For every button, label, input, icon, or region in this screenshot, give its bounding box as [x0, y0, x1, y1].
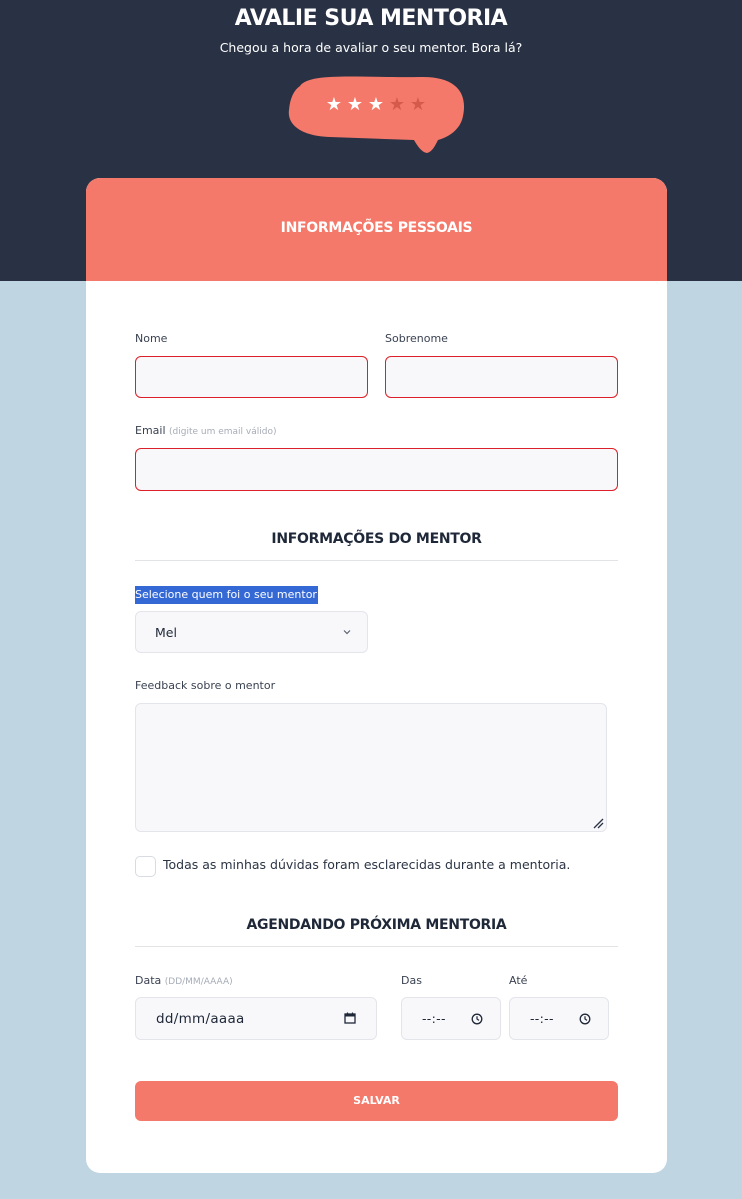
mentor-section-title: INFORMAÇÕES DO MENTOR [271, 531, 482, 547]
mentor-select-value: Mel [155, 625, 177, 640]
clock-icon[interactable] [471, 1013, 483, 1025]
doubts-cleared-checkbox[interactable] [135, 856, 156, 877]
feedback-label: Feedback sobre o mentor [135, 679, 276, 692]
to-time-label: Até [509, 974, 528, 987]
mentor-select-label: Selecione quem foi o seu mentor [135, 586, 318, 604]
star-icon[interactable]: ★ [367, 96, 385, 114]
email-label: Email (digite um email válido) [135, 424, 276, 437]
doubts-cleared-label: Todas as minhas dúvidas foram esclarecid… [163, 857, 571, 872]
star-icon[interactable]: ★ [325, 96, 343, 114]
date-input[interactable]: dd/mm/aaaa [135, 997, 377, 1040]
star-icon[interactable]: ★ [346, 96, 364, 114]
schedule-section-title: AGENDANDO PRÓXIMA MENTORIA [246, 917, 507, 933]
date-hint: (DD/MM/AAAA) [164, 977, 233, 987]
star-icon[interactable]: ★ [409, 96, 427, 114]
star-icon[interactable]: ★ [388, 96, 406, 114]
first-name-input[interactable] [135, 356, 368, 398]
feedback-textarea[interactable] [135, 703, 607, 832]
save-button-label: SALVAR [353, 1094, 400, 1107]
rating-bubble [288, 76, 465, 153]
schedule-section-divider [135, 946, 618, 947]
first-name-label: Nome [135, 332, 168, 345]
chevron-down-icon [343, 630, 351, 635]
calendar-icon[interactable] [344, 1012, 356, 1024]
date-label: Data (DD/MM/AAAA) [135, 974, 233, 987]
last-name-label: Sobrenome [385, 332, 448, 345]
to-time-input[interactable]: --:-- [509, 997, 609, 1040]
resize-handle-icon[interactable] [592, 817, 604, 829]
clock-icon[interactable] [579, 1013, 591, 1025]
save-button[interactable]: SALVAR [135, 1081, 618, 1121]
date-label-text: Data [135, 974, 162, 987]
email-label-text: Email [135, 424, 166, 437]
mentor-select[interactable]: Mel [135, 611, 368, 653]
from-time-input[interactable]: --:-- [401, 997, 501, 1040]
from-time-label: Das [401, 974, 422, 987]
from-time-placeholder: --:-- [422, 1011, 446, 1026]
mentor-section-divider [135, 560, 618, 561]
to-time-placeholder: --:-- [530, 1011, 554, 1026]
last-name-input[interactable] [385, 356, 618, 398]
card-header: INFORMAÇÕES PESSOAIS [86, 178, 667, 281]
email-hint: (digite um email válido) [169, 427, 277, 437]
personal-section-title: INFORMAÇÕES PESSOAIS [280, 220, 473, 236]
form-card: INFORMAÇÕES PESSOAIS Nome Sobrenome Emai… [86, 178, 667, 1173]
date-placeholder: dd/mm/aaaa [156, 1011, 245, 1027]
email-input[interactable] [135, 448, 618, 491]
